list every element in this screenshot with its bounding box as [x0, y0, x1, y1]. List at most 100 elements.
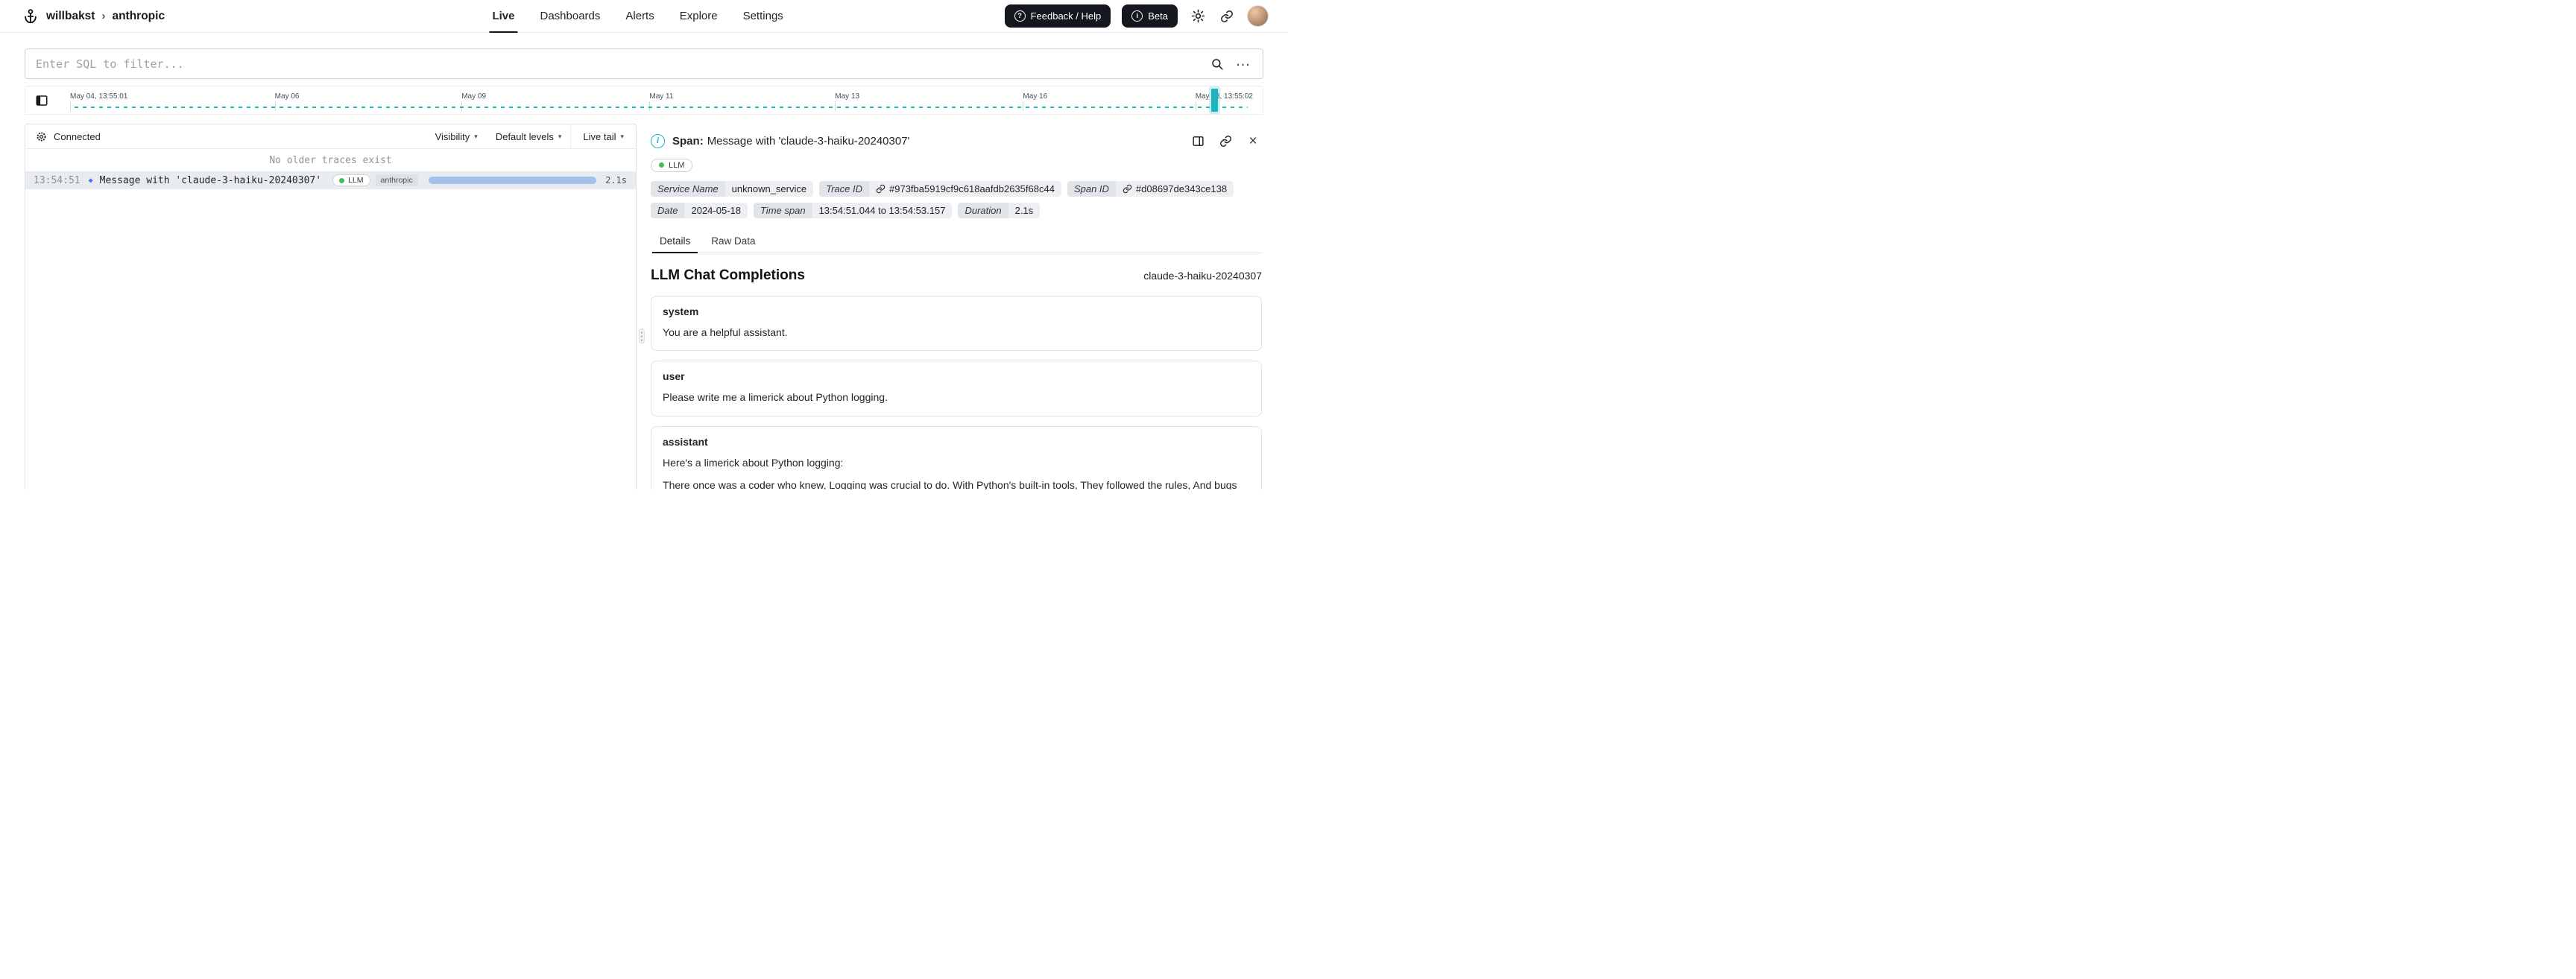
- beta-button[interactable]: i Beta: [1122, 4, 1178, 28]
- green-dot-icon: [339, 177, 345, 183]
- chip-value: 2.1s: [1008, 202, 1041, 218]
- chip-label: Service Name: [651, 180, 725, 197]
- sql-filter-input[interactable]: [36, 57, 1200, 71]
- search-icon[interactable]: [1208, 55, 1226, 73]
- message-content: Here's a limerick about Python logging:: [663, 456, 844, 469]
- nav-tab-settings[interactable]: Settings: [733, 0, 794, 32]
- sparkle-icon[interactable]: [1189, 7, 1207, 25]
- chip-label: Span ID: [1067, 180, 1116, 197]
- trace-row[interactable]: 13:54:51 ◆ Message with 'claude-3-haiku-…: [25, 171, 637, 189]
- timeline-tick: May 13: [835, 92, 860, 111]
- avatar[interactable]: [1247, 5, 1269, 27]
- llm-badge-label: LLM: [669, 160, 685, 170]
- chip-label: Date: [651, 202, 685, 218]
- span-properties-row-2: Date 2024-05-18 Time span 13:54:51.044 t…: [651, 202, 1262, 218]
- duration-bar: [428, 177, 597, 184]
- span-id-chip[interactable]: Span ID #d08697de343ce138: [1067, 180, 1234, 197]
- trace-title: Message with 'claude-3-haiku-20240307': [99, 174, 322, 186]
- breadcrumb-org[interactable]: willbakst: [46, 10, 95, 23]
- chat-messages: system You are a helpful assistant. user…: [651, 284, 1262, 490]
- traces-controls: Visibility ▾ Default levels ▾ Live tail …: [426, 124, 636, 148]
- message-content: You are a helpful assistant.: [663, 326, 788, 338]
- nav-tab-live[interactable]: Live: [482, 0, 525, 33]
- span-title-prefix: Span:: [672, 134, 704, 148]
- span-actions: ×: [1189, 132, 1262, 150]
- resize-drag-handle[interactable]: [639, 328, 645, 343]
- span-id-value: #d08697de343ce138: [1135, 183, 1228, 194]
- nav-tab-dashboards[interactable]: Dashboards: [529, 0, 610, 32]
- timeline-dashed-line: [75, 107, 1248, 108]
- provider-badge: anthropic: [375, 174, 418, 186]
- time-span-chip: Time span 13:54:51.044 to 13:54:53.157: [753, 202, 953, 218]
- no-older-traces-message: No older traces exist: [269, 155, 392, 166]
- traces-list: No older traces exist 13:54:51 ◆ Message…: [25, 149, 637, 189]
- chip-value: 13:54:51.044 to 13:54:53.157: [812, 202, 953, 218]
- top-navbar: willbakst › anthropic Live Dashboards Al…: [0, 0, 1288, 33]
- app-logo-icon[interactable]: [22, 8, 39, 25]
- timeline-selection-highlight[interactable]: [1210, 89, 1218, 112]
- more-options-icon[interactable]: ...: [1234, 53, 1252, 73]
- close-icon[interactable]: ×: [1244, 132, 1262, 150]
- chip-label: Duration: [958, 202, 1008, 218]
- navbar-right: ? Feedback / Help i Beta: [1004, 4, 1269, 28]
- trace-id-chip[interactable]: Trace ID #973fba5919cf9c618aafdb2635f68c…: [819, 180, 1061, 197]
- chevron-down-icon: ▾: [620, 132, 625, 140]
- feedback-help-button[interactable]: ? Feedback / Help: [1004, 4, 1111, 28]
- sql-filter-bar: ...: [25, 48, 1263, 79]
- timeline-tick: May 11: [649, 92, 674, 111]
- nav-tab-explore[interactable]: Explore: [669, 0, 728, 32]
- span-diamond-icon: ◆: [88, 176, 93, 185]
- span-title: Span: Message with 'claude-3-haiku-202403…: [672, 135, 909, 148]
- chip-value: 2024-05-18: [684, 202, 748, 218]
- timeline-tick: May 16: [1023, 92, 1048, 111]
- span-info-icon: i: [651, 133, 666, 148]
- trace-id-value: #973fba5919cf9c618aafdb2635f68c44: [889, 183, 1055, 194]
- llm-type-badge: LLM: [332, 174, 370, 186]
- chip-label: Time span: [753, 202, 812, 218]
- message-card-system: system You are a helpful assistant.: [651, 295, 1262, 352]
- timeline-tick: May 06: [274, 92, 300, 111]
- share-link-icon[interactable]: [1218, 7, 1236, 25]
- section-title: LLM Chat Completions: [651, 267, 805, 283]
- span-details-panel: i Span: Message with 'claude-3-haiku-2024…: [647, 124, 1263, 490]
- breadcrumb-project[interactable]: anthropic: [112, 10, 165, 23]
- chip-label: Trace ID: [819, 180, 869, 197]
- breadcrumb-chevron-icon: ›: [101, 10, 106, 22]
- gear-icon[interactable]: [34, 130, 48, 143]
- tab-details[interactable]: Details: [651, 230, 699, 253]
- span-detail-tabs: Details Raw Data: [651, 230, 1262, 253]
- trace-timestamp: 13:54:51: [34, 174, 80, 186]
- copy-link-icon[interactable]: [1216, 132, 1234, 150]
- visibility-label: Visibility: [435, 130, 470, 142]
- connection-status: Connected: [54, 130, 101, 142]
- service-name-chip: Service Name unknown_service: [651, 180, 814, 197]
- default-levels-label: Default levels: [495, 130, 554, 142]
- info-circle-icon: i: [1131, 10, 1143, 22]
- message-role: system: [663, 305, 699, 317]
- main-nav: Live Dashboards Alerts Explore Settings: [482, 0, 794, 33]
- app-root: willbakst › anthropic Live Dashboards Al…: [0, 0, 1288, 490]
- navbar-left: willbakst › anthropic: [22, 8, 165, 25]
- timeline-tick: May 04, 13:55:01: [70, 92, 128, 111]
- tab-raw-data[interactable]: Raw Data: [702, 230, 764, 253]
- duration-chip: Duration 2.1s: [958, 202, 1041, 218]
- span-properties-row-1: Service Name unknown_service Trace ID #9…: [651, 180, 1262, 197]
- message-card-user: user Please write me a limerick about Py…: [651, 361, 1262, 416]
- visibility-dropdown[interactable]: Visibility ▾: [426, 124, 487, 148]
- span-id-link-icon: [1123, 184, 1132, 194]
- beta-label: Beta: [1148, 10, 1168, 22]
- span-header: i Span: Message with 'claude-3-haiku-2024…: [651, 132, 1262, 150]
- panel-toggle-icon[interactable]: [33, 92, 51, 110]
- trace-id-link-icon: [876, 184, 886, 194]
- help-circle-icon: ?: [1014, 10, 1026, 22]
- timeline-track[interactable]: May 04, 13:55:01 May 06 May 09 May 11 Ma…: [58, 86, 1255, 114]
- trace-duration: 2.1s: [605, 175, 628, 186]
- span-title-text: Message with 'claude-3-haiku-20240307': [707, 134, 910, 148]
- nav-tab-alerts[interactable]: Alerts: [615, 0, 664, 32]
- default-levels-dropdown[interactable]: Default levels ▾: [487, 124, 571, 148]
- expand-panel-icon[interactable]: [1189, 132, 1207, 150]
- message-role: assistant: [663, 435, 708, 448]
- message-content: Please write me a limerick about Python …: [663, 391, 888, 404]
- llm-badge-label: LLM: [348, 176, 364, 185]
- live-tail-dropdown[interactable]: Live tail ▾: [570, 124, 636, 148]
